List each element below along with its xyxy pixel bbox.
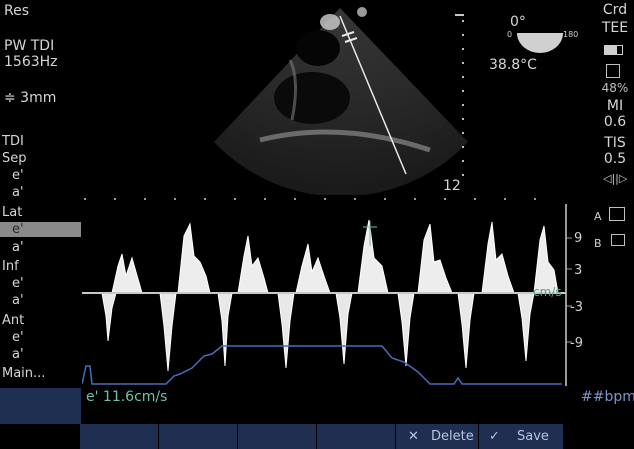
gate-size-label: ≑ 3mm bbox=[4, 90, 57, 106]
menu-group-sep[interactable]: Sep bbox=[2, 151, 27, 166]
close-icon: ✕ bbox=[408, 429, 419, 444]
scale-label-9: 9 bbox=[574, 231, 583, 246]
menu-group-ant[interactable]: Ant bbox=[2, 313, 24, 328]
angle-max-label: 180 bbox=[563, 30, 579, 39]
delete-button-label: Delete bbox=[431, 429, 474, 444]
menu-item-inf-a[interactable]: a' bbox=[12, 293, 24, 308]
measurement-panel bbox=[0, 388, 81, 424]
velocity-unit-label: cm/s bbox=[533, 285, 562, 299]
preset-label: Res bbox=[4, 3, 30, 19]
layout-icon[interactable] bbox=[611, 234, 625, 246]
softkey-3[interactable] bbox=[237, 424, 317, 449]
storage-percent: 48% bbox=[601, 81, 629, 95]
side-b-label: B bbox=[594, 237, 602, 250]
softkey-2[interactable] bbox=[158, 424, 238, 449]
prf-label: 1563Hz bbox=[4, 54, 58, 70]
scale-label-neg3: -3 bbox=[570, 300, 583, 315]
menu-group-lat[interactable]: Lat bbox=[2, 205, 22, 220]
depth-scale bbox=[462, 20, 464, 176]
mi-value: 0.6 bbox=[603, 114, 627, 130]
menu-item-sep-e[interactable]: e' bbox=[12, 168, 24, 183]
heart-rate-label: ##bpm bbox=[581, 389, 634, 405]
angle-min-label: 0 bbox=[507, 30, 513, 39]
temperature-label: 38.8°C bbox=[489, 57, 537, 73]
measurement-result: e' 11.6cm/s bbox=[86, 389, 168, 405]
cine-icon[interactable]: ◁||▷ bbox=[603, 172, 627, 185]
storage-icon bbox=[606, 64, 620, 78]
battery-icon bbox=[604, 45, 623, 55]
menu-title: TDI bbox=[2, 134, 24, 149]
menu-group-inf[interactable]: Inf bbox=[2, 259, 19, 274]
print-icon[interactable] bbox=[609, 207, 625, 221]
menu-item-lat-a[interactable]: a' bbox=[12, 240, 24, 255]
scale-label-neg9: -9 bbox=[570, 336, 583, 351]
probe-label: TEE bbox=[601, 20, 629, 36]
mi-label: MI bbox=[606, 98, 624, 114]
tis-value: 0.5 bbox=[603, 151, 627, 167]
save-button-label: Save bbox=[517, 429, 549, 444]
menu-item-ant-a[interactable]: a' bbox=[12, 347, 24, 362]
menu-item-sep-a[interactable]: a' bbox=[12, 185, 24, 200]
mode-label: PW TDI bbox=[4, 38, 55, 54]
side-a-label: A bbox=[594, 210, 602, 223]
tis-label: TIS bbox=[604, 135, 626, 151]
app-label: Crd bbox=[602, 2, 628, 18]
menu-item-lat-e[interactable]: e' bbox=[12, 222, 24, 237]
softkey-1[interactable] bbox=[79, 424, 159, 449]
menu-item-ant-e[interactable]: e' bbox=[12, 330, 24, 345]
scale-label-3: 3 bbox=[574, 263, 583, 278]
menu-item-inf-e[interactable]: e' bbox=[12, 276, 24, 291]
depth-label: 12 bbox=[443, 178, 461, 194]
angle-label: 0° bbox=[510, 14, 526, 30]
menu-item-main[interactable]: Main... bbox=[2, 366, 45, 381]
check-icon: ✓ bbox=[489, 429, 500, 444]
softkey-4[interactable] bbox=[316, 424, 396, 449]
scale-top-marker bbox=[455, 14, 464, 16]
echo-sector-image[interactable] bbox=[200, 0, 470, 195]
spectral-doppler-display[interactable] bbox=[82, 196, 592, 392]
